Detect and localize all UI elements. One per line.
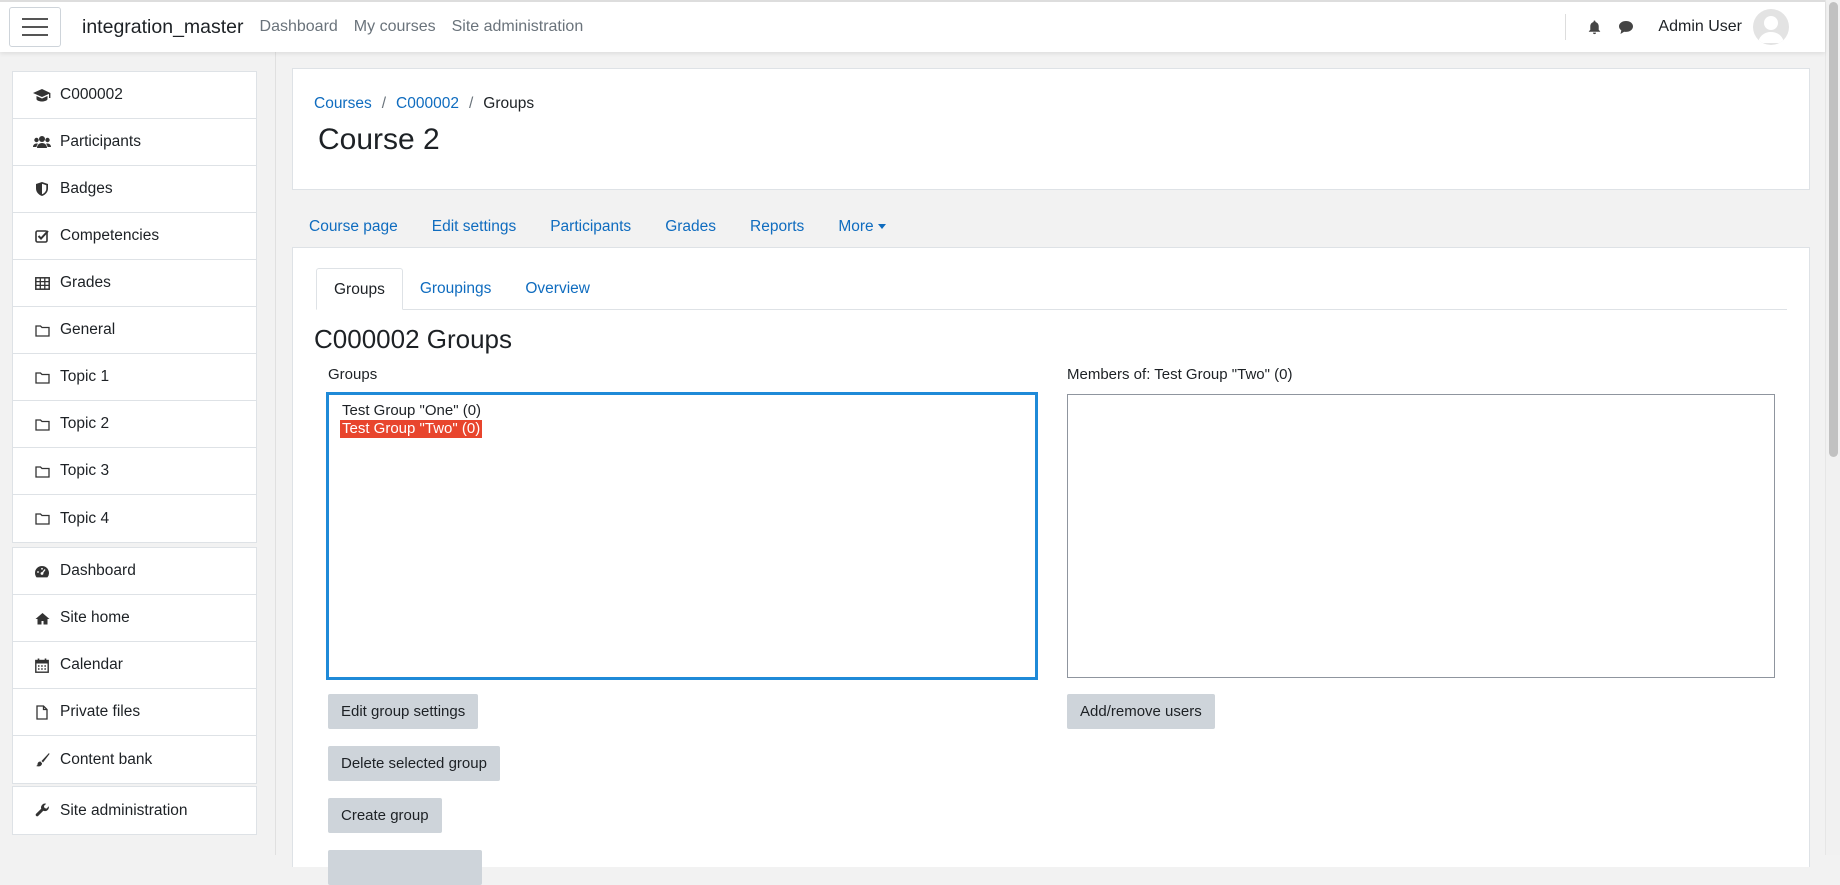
create-group-button[interactable]: Create group (328, 798, 442, 833)
sidebar-item-participants[interactable]: Participants (13, 119, 256, 166)
sidebar-course-section: C000002 Participants Badges Competencies… (12, 71, 257, 543)
site-brand-link[interactable]: integration_master (82, 16, 244, 39)
user-menu-name[interactable]: Admin User (1658, 18, 1742, 36)
wrench-icon (33, 803, 51, 819)
bell-icon (1588, 20, 1601, 35)
sidebar-item-topic-3[interactable]: Topic 3 (13, 448, 256, 495)
sidebar-site-section: Dashboard Site home Calendar Private fil… (12, 547, 257, 784)
breadcrumb-course-link[interactable]: C000002 (396, 95, 459, 113)
scrollbar-thumb[interactable] (1829, 2, 1838, 457)
sidebar-item-site-administration[interactable]: Site administration (13, 787, 256, 834)
breadcrumb-courses-link[interactable]: Courses (314, 95, 372, 113)
sidebar-item-general[interactable]: General (13, 307, 256, 354)
group-option-two[interactable]: Test Group "Two" (0) (340, 420, 483, 438)
sidebar-item-label: Topic 1 (60, 368, 110, 385)
sidebar-item-label: C000002 (60, 86, 123, 103)
home-icon (33, 610, 51, 626)
group-option-one[interactable]: Test Group "One" (0) (340, 402, 483, 420)
group-tabs: Groups Groupings Overview (316, 268, 1787, 310)
breadcrumb: Courses / C000002 / Groups (314, 95, 534, 113)
section-title: C000002 Groups (314, 324, 513, 354)
nav-divider (1565, 14, 1567, 40)
messages-button[interactable] (1610, 20, 1642, 35)
sidebar-item-topic-2[interactable]: Topic 2 (13, 401, 256, 448)
sidebar-item-label: Private files (60, 703, 141, 720)
page-scrollbar[interactable] (1825, 0, 1840, 855)
notifications-button[interactable] (1578, 19, 1610, 35)
sidebar-item-label: Calendar (60, 656, 123, 673)
add-remove-users-button[interactable]: Add/remove users (1067, 694, 1215, 729)
sidebar-item-label: Topic 3 (60, 462, 110, 479)
file-icon (33, 704, 51, 720)
breadcrumb-current: Groups (483, 95, 535, 112)
folder-icon (33, 322, 51, 338)
sidebar-item-badges[interactable]: Badges (13, 166, 256, 213)
hamburger-icon (22, 18, 48, 20)
sidebar-item-label: Topic 2 (60, 415, 110, 432)
avatar-placeholder-icon (1758, 16, 1784, 43)
sidebar-item-label: Competencies (60, 227, 160, 244)
nav-site-administration-link[interactable]: Site administration (452, 18, 584, 36)
sidebar-item-site-home[interactable]: Site home (13, 595, 256, 642)
sidebar-item-label: Topic 4 (60, 509, 110, 527)
members-label: Members of: Test Group "Two" (0) (1067, 366, 1293, 383)
sidebar-admin-section: Site administration (12, 786, 257, 835)
top-navbar: integration_master Dashboard My courses … (0, 0, 1825, 52)
members-select-list[interactable] (1067, 394, 1775, 678)
folder-icon (33, 416, 51, 432)
course-index-drawer: C000002 Participants Badges Competencies… (0, 52, 276, 855)
tab-groups[interactable]: Groups (316, 268, 403, 310)
main-content: Groups Groupings Overview C000002 Groups… (292, 247, 1810, 885)
menu-toggle-button[interactable] (9, 7, 61, 47)
chat-bubble-icon (1619, 20, 1634, 34)
sidebar-item-topic-1[interactable]: Topic 1 (13, 354, 256, 401)
graduation-cap-icon (33, 87, 51, 103)
sidebar-item-calendar[interactable]: Calendar (13, 642, 256, 689)
sidebar-item-dashboard[interactable]: Dashboard (13, 548, 256, 595)
calendar-icon (33, 657, 51, 673)
breadcrumb-separator: / (381, 95, 387, 112)
tab-overview[interactable]: Overview (508, 268, 607, 310)
tab-groupings[interactable]: Groupings (403, 268, 509, 310)
primary-nav: Dashboard My courses Site administration (260, 18, 584, 36)
sidebar-item-label: Grades (60, 274, 111, 291)
next-button-partial[interactable] (328, 850, 482, 885)
check-square-icon (33, 228, 51, 244)
sidebar-item-grades[interactable]: Grades (13, 260, 256, 307)
shield-icon (33, 181, 51, 197)
sidebar-item-private-files[interactable]: Private files (13, 689, 256, 736)
dashboard-icon (33, 563, 51, 579)
sidebar-item-course[interactable]: C000002 (13, 72, 256, 119)
secnav-more-label: More (838, 218, 874, 235)
caret-down-icon (877, 224, 886, 230)
table-icon (33, 275, 51, 291)
users-icon (33, 134, 51, 150)
sidebar-item-label: Dashboard (60, 562, 136, 579)
user-area: Admin User (1565, 2, 1825, 52)
sidebar-item-content-bank[interactable]: Content bank (13, 736, 256, 783)
page-header: Courses / C000002 / Groups Course 2 (292, 68, 1810, 190)
sidebar-item-topic-4[interactable]: Topic 4 (13, 495, 256, 542)
brush-icon (33, 752, 51, 768)
sidebar-item-label: General (60, 321, 116, 338)
sidebar-item-label: Content bank (60, 750, 153, 768)
sidebar-item-label: Site administration (60, 801, 188, 819)
groups-label: Groups (328, 366, 378, 383)
user-avatar[interactable] (1753, 9, 1789, 45)
folder-icon (33, 369, 51, 385)
sidebar-item-competencies[interactable]: Competencies (13, 213, 256, 260)
sidebar-item-label: Participants (60, 133, 141, 150)
sidebar-item-label: Badges (60, 180, 113, 197)
nav-my-courses-link[interactable]: My courses (354, 18, 436, 36)
groups-select-list[interactable]: Test Group "One" (0) Test Group "Two" (0… (326, 392, 1038, 680)
folder-icon (33, 463, 51, 479)
sidebar-item-label: Site home (60, 609, 130, 626)
page-title: Course 2 (318, 123, 440, 156)
nav-dashboard-link[interactable]: Dashboard (260, 18, 338, 36)
folder-icon (33, 511, 51, 527)
delete-selected-group-button[interactable]: Delete selected group (328, 746, 500, 781)
edit-group-settings-button[interactable]: Edit group settings (328, 694, 479, 729)
breadcrumb-separator: / (468, 95, 474, 112)
